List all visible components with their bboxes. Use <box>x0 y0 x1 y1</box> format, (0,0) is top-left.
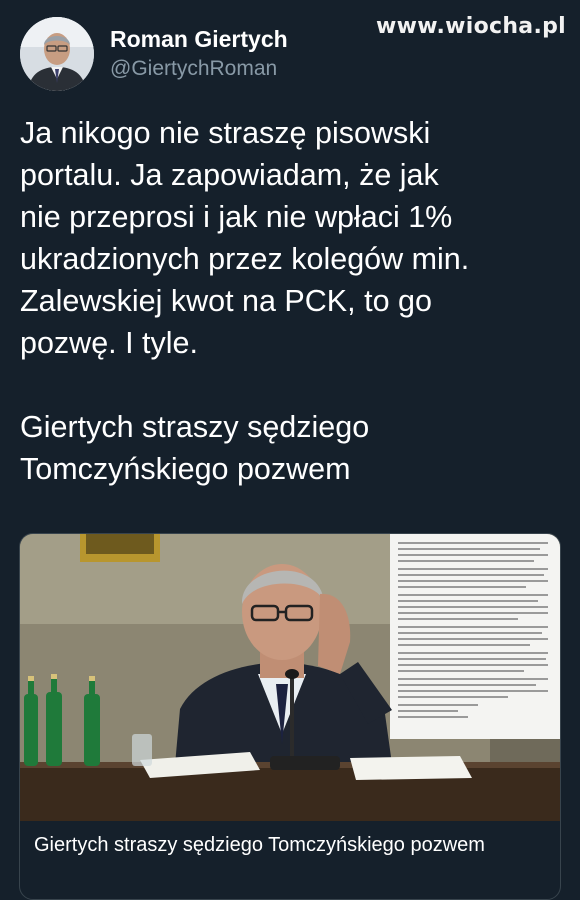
tweet-screenshot: www.wiocha.pl Roman Giertych @GiertychRo… <box>0 0 580 900</box>
avatar-portrait-icon <box>20 17 94 91</box>
author-handle[interactable]: @GiertychRoman <box>110 54 288 84</box>
link-preview-image <box>20 534 560 821</box>
tweet-text: Ja nikogo nie straszę pisowski portalu. … <box>20 116 470 486</box>
site-watermark: www.wiocha.pl <box>376 14 566 39</box>
author-avatar[interactable] <box>20 17 94 91</box>
author-display-name[interactable]: Roman Giertych <box>110 24 288 54</box>
link-preview-title[interactable]: Giertych straszy sędziego Tomczyńskiego … <box>20 821 560 859</box>
link-preview-card[interactable]: Giertych straszy sędziego Tomczyńskiego … <box>19 533 561 900</box>
author-names: Roman Giertych @GiertychRoman <box>110 24 288 84</box>
tweet-header: Roman Giertych @GiertychRoman <box>20 14 288 94</box>
